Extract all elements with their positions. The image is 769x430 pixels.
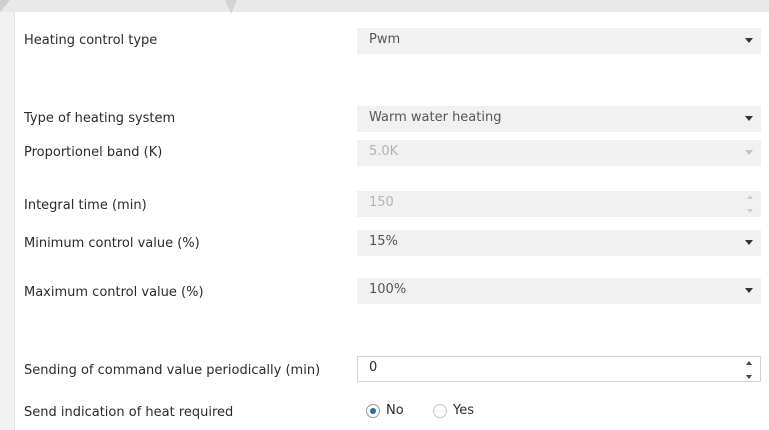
spin-up-icon[interactable]	[746, 361, 752, 365]
spinner-arrows-icon[interactable]	[746, 361, 754, 379]
min-control-value-value: 15%	[369, 234, 398, 249]
integral-time-label: Integral time (min)	[24, 198, 147, 213]
min-control-value-dropdown[interactable]: 15%	[357, 230, 761, 256]
caret-down-icon	[745, 240, 753, 245]
integral-time-spinbox[interactable]: 150	[357, 191, 761, 217]
caret-down-icon	[745, 38, 753, 43]
spin-up-icon[interactable]	[747, 195, 753, 199]
heating-control-type-label: Heating control type	[24, 33, 158, 48]
top-left-notch	[0, 0, 10, 12]
send-period-spinbox[interactable]: 0	[357, 356, 761, 382]
heating-control-type-value: Pwm	[369, 32, 401, 47]
spin-down-icon[interactable]	[746, 375, 752, 379]
proportional-band-value: 5.0K	[369, 144, 399, 159]
send-period-value: 0	[369, 360, 378, 375]
radio-unchecked-icon[interactable]	[433, 404, 447, 418]
send-period-label: Sending of command value periodically (m…	[24, 363, 321, 378]
heating-system-type-value: Warm water heating	[369, 110, 502, 125]
heating-system-type-dropdown[interactable]: Warm water heating	[357, 106, 761, 132]
radio-yes-label[interactable]: Yes	[453, 403, 474, 418]
max-control-value-dropdown[interactable]: 100%	[357, 278, 761, 304]
caret-down-icon	[745, 150, 753, 155]
caret-down-icon	[745, 288, 753, 293]
left-gutter	[0, 12, 15, 430]
window-top-edge	[0, 0, 769, 14]
proportional-band-dropdown[interactable]: 5.0K	[357, 140, 761, 166]
heating-system-type-label: Type of heating system	[24, 111, 176, 126]
spinner-arrows-icon[interactable]	[747, 195, 755, 213]
radio-no-label[interactable]: No	[386, 403, 404, 418]
heating-control-type-dropdown[interactable]: Pwm	[357, 28, 761, 54]
max-control-value-value: 100%	[369, 282, 407, 297]
proportional-band-label: Proportionel band (K)	[24, 145, 163, 160]
integral-time-value: 150	[369, 195, 394, 210]
max-control-value-label: Maximum control value (%)	[24, 285, 204, 300]
min-control-value-label: Minimum control value (%)	[24, 236, 200, 251]
top-notch	[225, 0, 237, 14]
heat-required-label: Send indication of heat required	[24, 405, 234, 420]
spin-down-icon[interactable]	[747, 209, 753, 213]
caret-down-icon	[745, 116, 753, 121]
radio-checked-icon[interactable]	[366, 404, 380, 418]
